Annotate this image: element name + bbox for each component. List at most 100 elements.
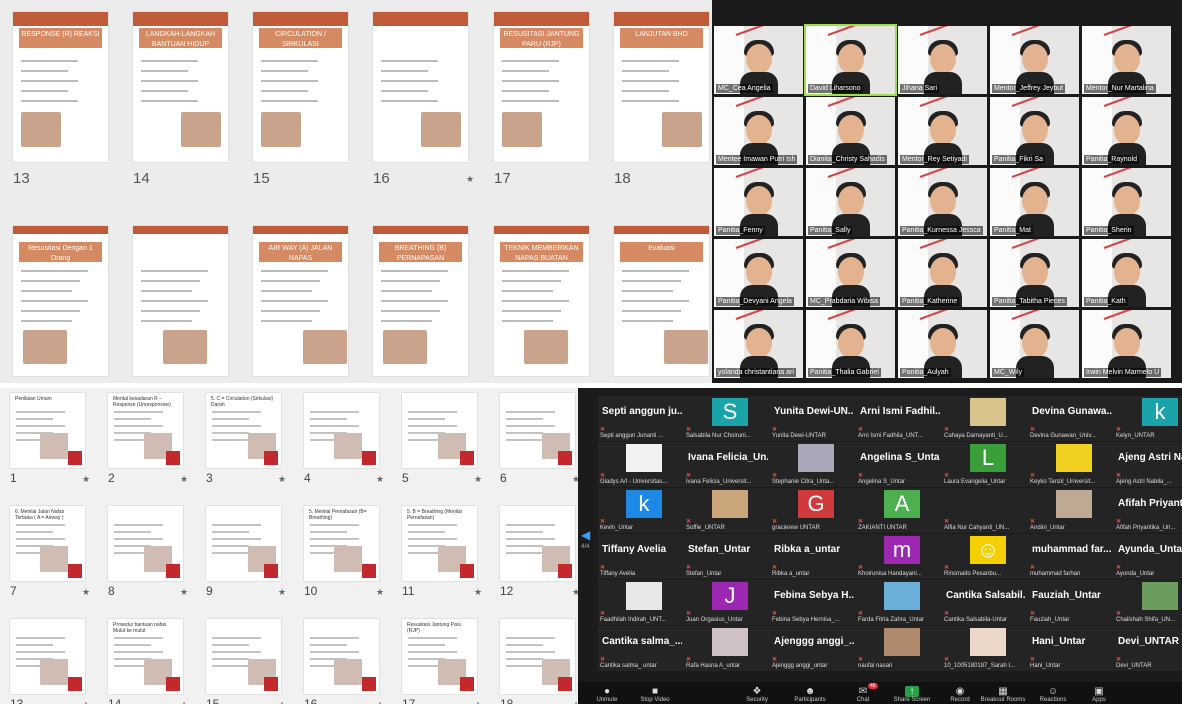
participant-tile[interactable]: ✖ Chalishah Shifa_UN...: [1114, 580, 1182, 625]
participant-video-tile[interactable]: Panitia_Devyani Angela: [714, 239, 803, 307]
slide-thumbnail[interactable]: CIRCULATION / SIRKULASI: [253, 12, 348, 162]
participant-video-tile[interactable]: Panitia_Kurnessa Jessca: [898, 168, 987, 236]
participant-tile[interactable]: Ayunda_Untar ✖ Ayunda_Untar: [1114, 534, 1182, 579]
participant-video-tile[interactable]: Mentee Imawan Putri Ish: [714, 97, 803, 165]
participant-tile[interactable]: ✖ Farda Fitria Zahra_Untar: [856, 580, 942, 625]
slide-thumbnail[interactable]: LANJUTAN BHD: [614, 12, 709, 162]
participant-tile[interactable]: ✖ Cahaya Damayanti_U...: [942, 396, 1028, 441]
participant-tile[interactable]: Fauziah_Untar ✖ Fauziah_Untar: [1028, 580, 1114, 625]
participant-tile[interactable]: ✖ 10_1005180187_Sarah I...: [942, 626, 1028, 671]
slide-thumbnail[interactable]: Resusitasi Dengan 1 Orang: [13, 226, 108, 376]
slide-thumbnail[interactable]: [402, 393, 477, 468]
participant-tile[interactable]: ✖ Stephanie Citra_Unta...: [770, 442, 856, 487]
gallery-prev-icon[interactable]: ◀: [581, 528, 590, 542]
slide-thumbnail[interactable]: 5. Menilai Pernafasan (B= Breathing): [304, 506, 379, 581]
participant-video-tile[interactable]: Dianita_Christy Sahadis: [806, 97, 895, 165]
slide-thumbnail[interactable]: AIR WAY (A) JALAN NAPAS: [253, 226, 348, 376]
participant-tile[interactable]: Devi_UNTAR ✖ Devi_UNTAR: [1114, 626, 1182, 671]
participant-video-tile[interactable]: Panitia_Mat: [990, 168, 1079, 236]
participant-tile[interactable]: k ✖ Kelyn_UNTAR: [1114, 396, 1182, 441]
slide-thumbnail[interactable]: [304, 619, 379, 694]
participant-video-tile[interactable]: Panitia_Tabitha Pieces: [990, 239, 1079, 307]
participant-tile[interactable]: ✖ Gladys A/I - Universitas...: [598, 442, 684, 487]
participant-video-tile[interactable]: yolanda christantiana ari: [714, 310, 803, 378]
participant-tile[interactable]: Yunita Dewi-UN... ✖ Yunita Dewi-UNTAR: [770, 396, 856, 441]
slide-thumbnail[interactable]: Prosedur bantuan nafas Mulut ke mulut: [108, 619, 183, 694]
participant-tile[interactable]: Cantika Salsabil... ✖ Cantika Salsabila-Un…: [942, 580, 1028, 625]
participant-video-tile[interactable]: Panitia_Fenny: [714, 168, 803, 236]
slide-thumbnail[interactable]: 5. C = Circulation (Sirkulasi) Darah: [206, 393, 281, 468]
participant-video-tile[interactable]: Panitia_Sally: [806, 168, 895, 236]
participant-video-tile[interactable]: Mentor_Jeffrey Jeybut: [990, 26, 1079, 94]
slide-thumbnail[interactable]: TEKNIK MEMBERIKAN NAPAS BUATAN: [494, 226, 589, 376]
toolbar-chat-button[interactable]: ✉ Chat 46: [836, 683, 890, 703]
participant-tile[interactable]: A ✖ ZAKIANTI UNTAR: [856, 488, 942, 533]
participant-tile[interactable]: Hani_Untar ✖ Hani_Untar: [1028, 626, 1114, 671]
participant-tile[interactable]: k ✖ Kevin_Untar: [598, 488, 684, 533]
participant-video-tile[interactable]: Panitia_Sherin: [1082, 168, 1171, 236]
slide-thumbnail[interactable]: [206, 619, 281, 694]
participant-video-tile[interactable]: Mentor_Nur Martalina: [1082, 26, 1171, 94]
slide-thumbnail[interactable]: [10, 619, 85, 694]
slide-thumbnail[interactable]: BREATHING (B) PERNAPASAN: [373, 226, 468, 376]
participant-tile[interactable]: ✖ naufal nasari: [856, 626, 942, 671]
participant-tile[interactable]: J ✖ Juan Orgasius_Untar: [684, 580, 770, 625]
participant-tile[interactable]: Cantika salma_... ✖ Cantika salma_ untar: [598, 626, 684, 671]
slide-thumbnail[interactable]: RESPONSE (R) REAKSI: [13, 12, 108, 162]
participant-tile[interactable]: ✖ Andini_Untar: [1028, 488, 1114, 533]
participant-tile[interactable]: Ribka a_untar ✖ Ribka a_untar: [770, 534, 856, 579]
slide-thumbnail[interactable]: Resusitasi Jantung Paru (RJP): [402, 619, 477, 694]
participant-video-tile[interactable]: Jihana Sari: [898, 26, 987, 94]
slide-thumbnail[interactable]: [500, 393, 575, 468]
toolbar-unmute-button[interactable]: ● Unmute: [580, 686, 634, 703]
slide-thumbnail[interactable]: Mental kesadaran R – Response (Unrespons…: [108, 393, 183, 468]
toolbar-stop-video-button[interactable]: ■ Stop Video: [628, 686, 682, 703]
participant-tile[interactable]: Stefan_Untar ✖ Stefan_Untar: [684, 534, 770, 579]
participant-tile[interactable]: Septi anggun ju... ✖ Septi anggun Junanti …: [598, 396, 684, 441]
participant-tile[interactable]: m ✖ Khoirunisa Handayani...: [856, 534, 942, 579]
participant-tile[interactable]: S ✖ Salsabila Nur Choiruni...: [684, 396, 770, 441]
participant-tile[interactable]: L ✖ Laura Evangelia_Untar: [942, 442, 1028, 487]
slide-thumbnail[interactable]: Evaluasi: [614, 226, 709, 376]
participant-tile[interactable]: ✖ Rafa Hasna A_untar: [684, 626, 770, 671]
slide-thumbnail[interactable]: [500, 506, 575, 581]
slide-thumbnail[interactable]: 5. B = Breathing (Menilai Pernafasan): [402, 506, 477, 581]
participant-video-tile[interactable]: MC_Cea Angelia: [714, 26, 803, 94]
slide-thumbnail[interactable]: [304, 393, 379, 468]
participant-tile[interactable]: ☺ ✖ Rinsmaito Pesanbu...: [942, 534, 1028, 579]
toolbar-share-screen-button[interactable]: ↑ Share Screen: [885, 686, 939, 703]
toolbar-security-button[interactable]: ❖ Security: [730, 686, 784, 703]
participant-video-tile[interactable]: Mentor_Rey Setiyadi: [898, 97, 987, 165]
participant-tile[interactable]: Ivana Felicia_Un... ✖ Ivana Felicia_Univer…: [684, 442, 770, 487]
slide-thumbnail[interactable]: Penilaian Umum: [10, 393, 85, 468]
participant-video-tile[interactable]: Panitia_Thalia Gabriel: [806, 310, 895, 378]
participant-video-tile[interactable]: Panitia_Fikri Sa: [990, 97, 1079, 165]
participant-video-tile[interactable]: MC_Prabdaria Wibisa: [806, 239, 895, 307]
slide-thumbnail[interactable]: RESUSITASI JANTUNG PARU (RJP): [494, 12, 589, 162]
slide-thumbnail[interactable]: [373, 12, 468, 162]
participant-tile[interactable]: Devina Gunawa... ✖ Devina Gunawan_Univ...: [1028, 396, 1114, 441]
participant-tile[interactable]: G ✖ gracierew UNTAR: [770, 488, 856, 533]
slide-thumbnail[interactable]: [206, 506, 281, 581]
slide-thumbnail[interactable]: [133, 226, 228, 376]
participant-tile[interactable]: Ajeng Astri Na... ✖Ajeng Astri Nabila_...: [1114, 442, 1182, 487]
toolbar-participants-button[interactable]: ☻ Participants: [783, 686, 837, 703]
participant-video-tile[interactable]: Panitia_Katherine: [898, 239, 987, 307]
participant-tile[interactable]: Tiffany Avelia ✖ Tiffany Avelia: [598, 534, 684, 579]
participant-tile[interactable]: Afifah Priyanti... ✖Afifah Priyantika_Un.…: [1114, 488, 1182, 533]
participant-video-tile[interactable]: David Liharsono: [804, 24, 897, 96]
toolbar-apps-button[interactable]: ▣ Apps: [1072, 686, 1126, 703]
participant-tile[interactable]: muhammad far... ✖ muhammad farhan: [1028, 534, 1114, 579]
participant-video-tile[interactable]: Irwin Melvin Marmelo U: [1082, 310, 1171, 378]
toolbar-breakout-rooms-button[interactable]: ▦ Breakout Rooms: [976, 686, 1030, 703]
participant-tile[interactable]: ✖ Soffie_UNTAR: [684, 488, 770, 533]
participant-tile[interactable]: ✖ Alfia Nur Cahyanti_UN...: [942, 488, 1028, 533]
slide-thumbnail[interactable]: LANGKAH-LANGKAH BANTUAN HIDUP DASAR: [133, 12, 228, 162]
slide-thumbnail[interactable]: 6. Menilai Jalan Nafas Terbuka ( A = Air…: [10, 506, 85, 581]
participant-video-tile[interactable]: Panitia_Kath: [1082, 239, 1171, 307]
participant-video-tile[interactable]: Panitia_Raynold: [1082, 97, 1171, 165]
participant-video-tile[interactable]: MC_Wily: [990, 310, 1079, 378]
participant-tile[interactable]: Angelina S_Untar ✖ Angelina S_Untar: [856, 442, 942, 487]
participant-video-tile[interactable]: Panitia_Aulyah: [898, 310, 987, 378]
participant-tile[interactable]: Febina Sebya H... ✖ Febina Sebya Hernisa_.…: [770, 580, 856, 625]
